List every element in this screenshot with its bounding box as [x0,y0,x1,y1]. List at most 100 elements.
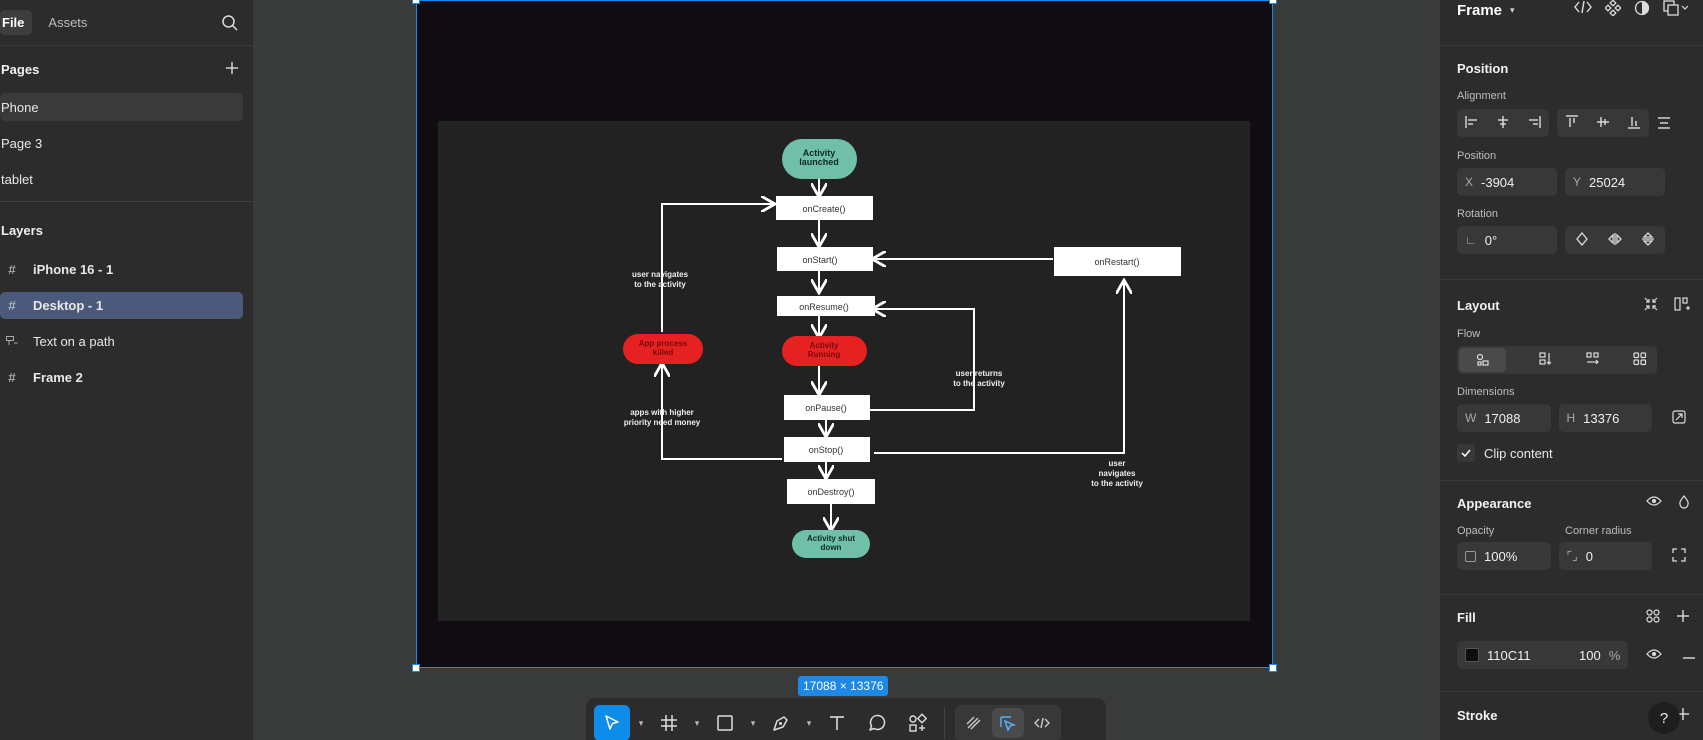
flow-vertical-icon[interactable] [1539,351,1553,369]
distribute-icon[interactable] [1657,109,1671,137]
align-top-icon[interactable] [1565,114,1579,132]
search-icon[interactable] [221,14,239,35]
layer-name: Text on a path [33,334,115,349]
mask-icon[interactable] [1634,0,1650,19]
boolean-icon[interactable] [1663,0,1703,19]
add-page-icon[interactable] [225,61,239,78]
dev-mode-button[interactable] [1026,708,1058,738]
frame-tool-button[interactable] [652,705,686,740]
position-section: Position Alignment Position X -3904 Y 25… [1440,45,1703,279]
resize-handle[interactable] [1269,664,1277,672]
cursor-icon [605,715,619,730]
resize-to-fit-icon[interactable] [1672,409,1686,427]
add-fill-icon[interactable] [1676,609,1690,626]
layer-text-on-a-path[interactable]: Text on a path [0,328,243,355]
x-value: -3904 [1481,174,1515,190]
clip-content-label: Clip content [1484,445,1553,461]
rectangle-icon [717,715,733,731]
flow-grid-icon[interactable] [1633,351,1647,369]
page-item-phone[interactable]: Phone [0,93,243,121]
layer-name: Frame 2 [33,370,83,385]
flow-label: Flow [1457,328,1481,340]
height-input[interactable]: H 13376 [1558,404,1652,432]
horizontal-align-group [1457,109,1549,137]
width-input[interactable]: W 17088 [1457,404,1551,432]
y-input[interactable]: Y 25024 [1565,168,1665,196]
comment-icon [869,714,886,731]
component-icon[interactable] [1604,0,1622,19]
chevron-down-icon[interactable]: ▾ [692,705,702,740]
transform-group [1565,226,1665,254]
align-bottom-icon[interactable] [1627,115,1641,132]
align-center-h-icon[interactable] [1496,115,1510,132]
rotation-value: 0° [1484,232,1498,248]
chevron-down-icon[interactable]: ▾ [636,705,646,740]
text-icon [830,716,844,730]
comment-tool-button[interactable] [860,705,894,740]
clip-content-checkbox[interactable] [1457,444,1475,462]
auto-layout-icon[interactable] [1674,296,1690,314]
properties-panel: Frame ▾ Position Alignment Position X -3… [1439,0,1703,740]
lifecycle-diagram-image[interactable]: Activity launched onCreate() onStart() on… [438,121,1250,621]
remove-fill-icon[interactable] [1682,648,1696,663]
panel-tabs: File Assets [0,0,253,46]
draw-mode-button[interactable] [958,708,990,738]
droplet-icon[interactable] [1678,494,1690,512]
fill-color-input[interactable]: 110C11 100 % [1457,641,1629,669]
align-right-icon[interactable] [1527,115,1541,132]
x-input[interactable]: X -3904 [1457,168,1557,196]
eye-icon[interactable] [1646,648,1663,663]
chevron-down-icon[interactable]: ▾ [804,705,814,740]
layer-frame-2[interactable]: # Frame 2 [0,364,243,391]
draw-icon [966,716,981,730]
actions-tool-button[interactable] [900,705,934,740]
rotation-input[interactable]: ∟ 0° [1457,226,1557,254]
dimension-badge: 17088 × 13376 [798,676,889,696]
chevron-down-icon[interactable]: ▾ [748,705,758,740]
design-mode-button[interactable] [992,708,1024,738]
shape-tool-button[interactable] [708,705,742,740]
diagram-label: apps with higher [630,408,694,417]
independent-corners-icon[interactable] [1672,547,1686,565]
flip-horizontal-icon[interactable] [1608,232,1622,249]
diagram-node-ondestroy: onDestroy() [807,487,854,497]
align-middle-v-icon[interactable] [1596,115,1610,132]
frame-hash-icon [661,715,677,731]
color-swatch[interactable] [1465,648,1479,662]
eye-icon[interactable] [1646,495,1662,512]
frame-type-dropdown[interactable]: Frame [1457,2,1502,19]
chevron-down-icon[interactable]: ▾ [1510,5,1515,16]
y-prefix: Y [1573,175,1582,189]
corner-radius-input[interactable]: ⌜⌟ 0 [1558,542,1652,570]
flow-freeform-icon[interactable] [1459,348,1506,372]
pen-tool-button[interactable] [764,705,798,740]
layer-iphone-16-1[interactable]: # iPhone 16 - 1 [0,256,243,283]
tab-assets[interactable]: Assets [40,10,95,35]
help-button[interactable]: ? [1648,702,1680,734]
clip-content-row: Clip content [1457,444,1686,462]
toolbar-divider [944,707,945,739]
move-tool-button[interactable] [594,705,630,740]
text-tool-button[interactable] [820,705,854,740]
page-item-page-3[interactable]: Page 3 [0,129,243,157]
flow-horizontal-icon[interactable] [1586,351,1600,369]
fill-opacity-value: 100 [1579,647,1601,663]
align-left-icon[interactable] [1465,115,1479,132]
opacity-input[interactable]: 100% [1457,542,1551,570]
opacity-icon [1465,550,1476,562]
styles-icon[interactable] [1646,608,1660,626]
pages-header: Pages [0,49,253,89]
flip-vertical-icon[interactable] [1641,231,1655,249]
code-icon[interactable] [1574,0,1592,19]
resize-handle[interactable] [412,664,420,672]
resize-handle[interactable] [412,0,420,4]
section-title: Fill [1457,609,1476,625]
section-title: Layout [1457,297,1500,313]
tab-file[interactable]: File [0,10,33,35]
layer-desktop-1[interactable]: # Desktop - 1 [0,292,243,319]
page-item-tablet[interactable]: tablet [0,165,243,193]
resize-handle[interactable] [1269,0,1277,4]
rotate-icon[interactable] [1575,231,1589,249]
layer-name: Desktop - 1 [33,298,104,313]
collapse-icon[interactable] [1644,297,1658,314]
